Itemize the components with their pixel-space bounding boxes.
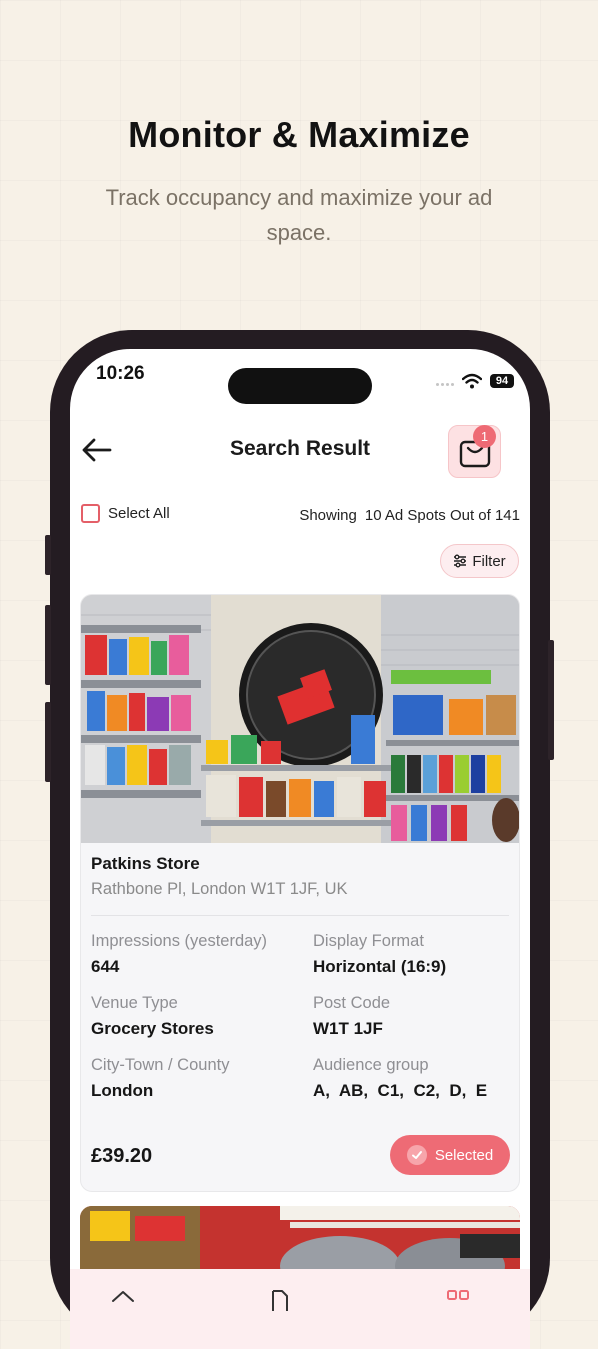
impressions-label: Impressions (yesterday) [91,932,268,950]
select-all-toggle[interactable]: Select All [81,504,170,523]
card-divider [91,915,509,916]
filter-button[interactable]: Filter [440,544,519,578]
selected-label: Selected [434,1146,494,1164]
store-address: Rathbone Pl, London W1T 1JF, UK [91,880,348,898]
phone-volume-up [45,605,51,685]
filter-label: Filter [472,552,506,570]
filter-sliders-icon [454,554,467,568]
select-all-label: Select All [108,505,170,522]
promo-subline: Track occupancy and maximize your ad spa… [105,185,493,245]
phone-volume-down [45,702,51,782]
impressions-value: 644 [91,957,120,976]
document-icon[interactable] [270,1289,290,1311]
status-time: 10:26 [96,363,145,384]
post-code-value: W1T 1JF [313,1019,383,1038]
display-format-value: Horizontal (16:9) [313,957,447,976]
audience-group-value: A, AB, C1, C2, D, E [313,1081,488,1100]
display-format-label: Display Format [313,932,424,950]
showing-label: Showing [299,507,357,524]
post-code-label: Post Code [313,994,391,1012]
showing-value: 10 Ad Spots Out of 141 [364,507,520,524]
results-count: Showing 10 Ad Spots Out of 141 [299,507,520,524]
bottom-tab-bar [70,1269,530,1349]
check-icon [406,1145,427,1165]
battery-indicator: 94 [490,374,514,388]
phone-power-button [548,640,554,760]
venue-type-label: Venue Type [91,994,178,1012]
phone-side-button [45,535,51,575]
venue-type-value: Grocery Stores [91,1019,214,1038]
wifi-icon [462,373,482,389]
app-screen: 10:26 94 Search Result 1 Select All Show… [70,349,530,1349]
dynamic-island [228,368,372,404]
select-all-checkbox[interactable] [81,504,100,523]
home-icon[interactable] [110,1289,136,1311]
city-value: London [91,1081,154,1100]
ad-spot-card[interactable]: Patkins Store Rathbone Pl, London W1T 1J… [80,594,520,1192]
audience-group-label: Audience group [313,1056,429,1074]
price: £39.20 [91,1145,153,1167]
promo-headline: Monitor & Maximize [128,114,470,155]
cart-badge: 1 [473,425,496,448]
store-photo [81,595,519,843]
selected-button[interactable]: Selected [390,1135,510,1175]
store-name: Patkins Store [91,854,200,873]
city-label: City-Town / County [91,1056,230,1074]
grid-icon[interactable] [446,1289,470,1311]
signal-icon [436,383,454,386]
